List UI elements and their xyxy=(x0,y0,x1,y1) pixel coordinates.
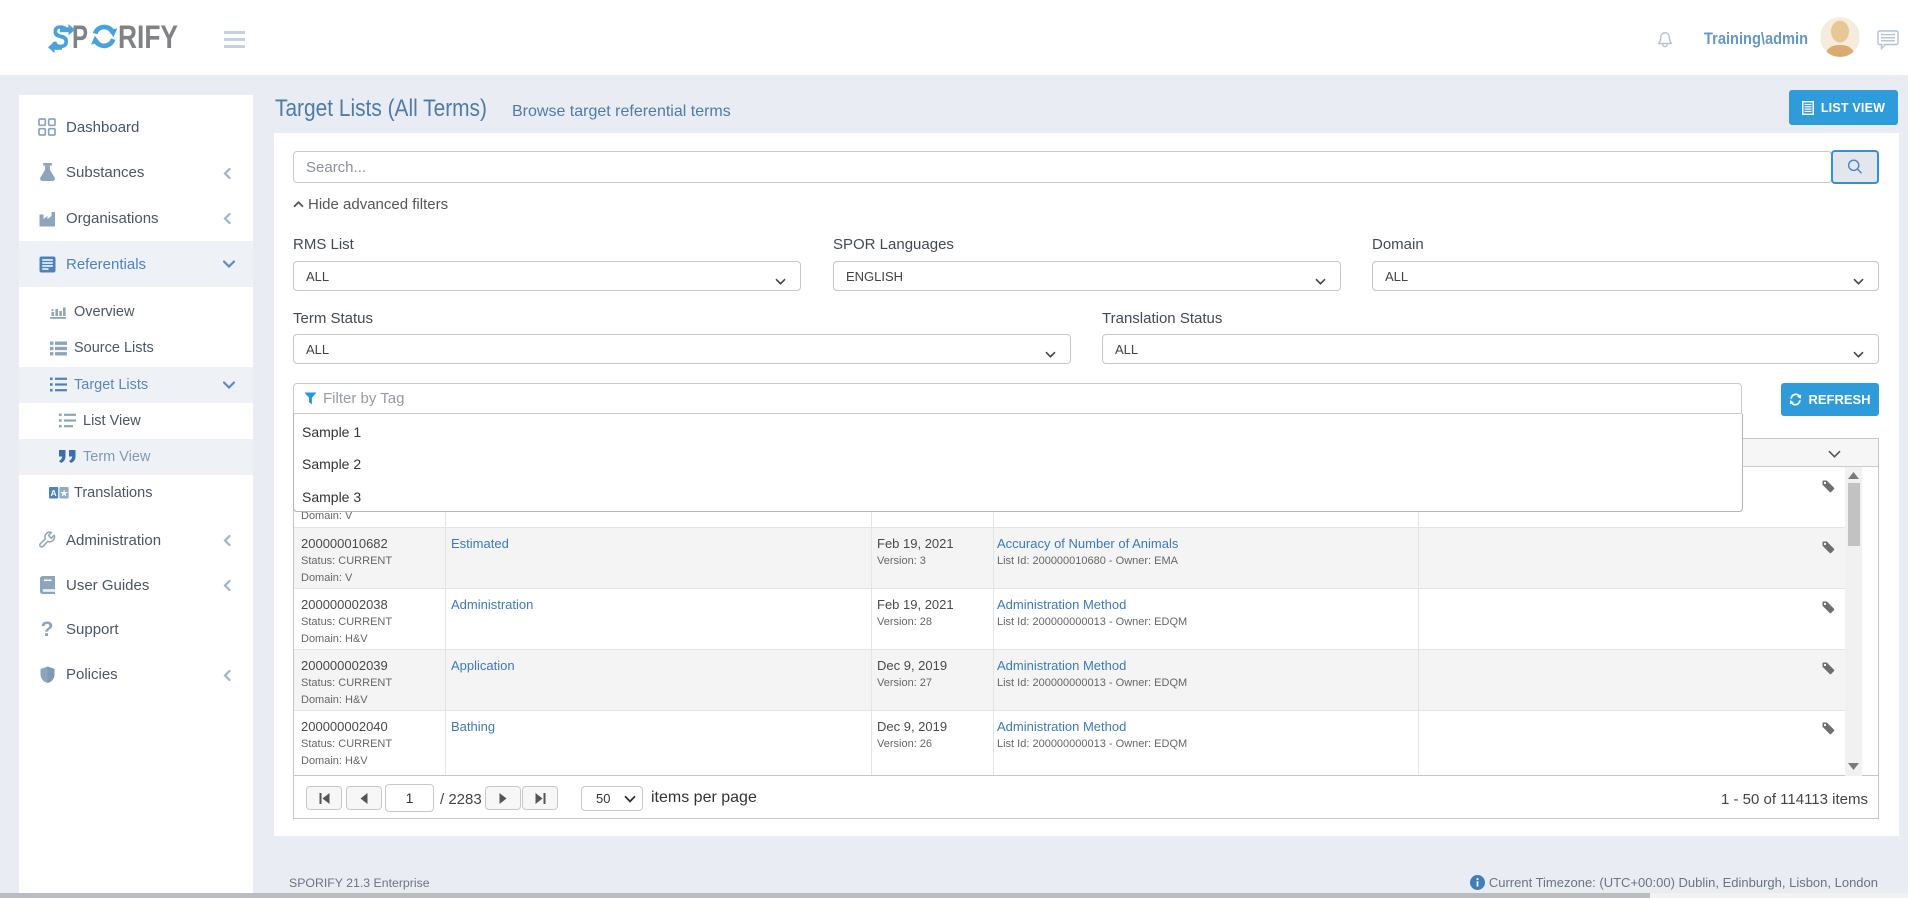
svg-text:P: P xyxy=(72,19,88,55)
svg-text:A: A xyxy=(51,487,57,497)
svg-text:RIFY: RIFY xyxy=(118,19,178,55)
svg-text:★: ★ xyxy=(60,487,69,497)
